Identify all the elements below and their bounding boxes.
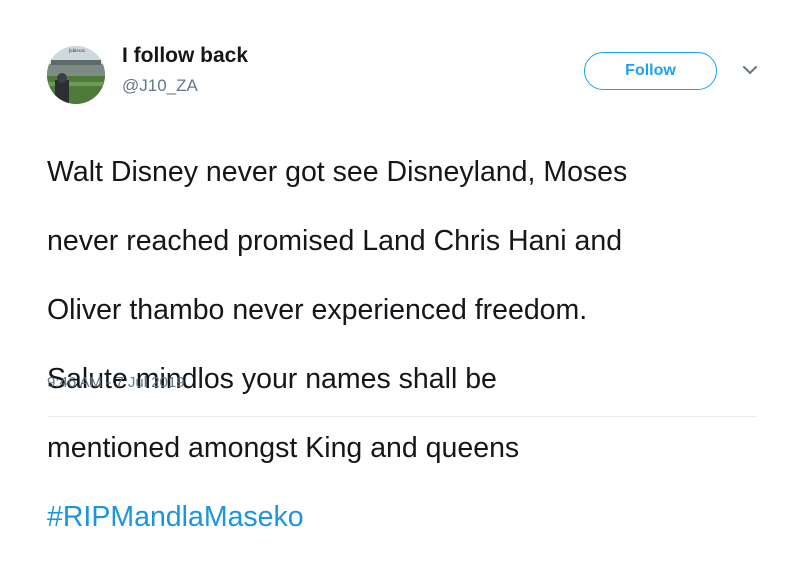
divider — [47, 416, 757, 417]
hashtag-link[interactable]: #RIPMandlaMaseko — [47, 501, 304, 533]
avatar-label: Joblesss — [68, 48, 85, 53]
tweet-timestamp[interactable]: 9:46 AM - 7 Jul 2019 — [47, 374, 185, 391]
tweet-card: Joblesss I follow back @J10_ZA Follow Wa… — [0, 0, 800, 533]
avatar-image: Joblesss — [47, 46, 105, 104]
tweet-text-line: Oliver thambo never experienced freedom. — [47, 293, 588, 326]
user-handle[interactable]: @J10_ZA — [122, 76, 198, 96]
tweet-text-line: never reached promised Land Chris Hani a… — [47, 224, 623, 257]
tweet-text: Walt Disney never got see Disneyland, Mo… — [47, 120, 767, 569]
avatar[interactable]: Joblesss — [47, 46, 105, 104]
follow-button[interactable]: Follow — [584, 52, 717, 90]
display-name[interactable]: I follow back — [122, 44, 248, 68]
chevron-down-icon[interactable] — [740, 62, 760, 78]
tweet-text-line: Walt Disney never got see Disneyland, Mo… — [47, 155, 628, 188]
tweet-text-line: mentioned amongst King and queens — [47, 431, 520, 464]
